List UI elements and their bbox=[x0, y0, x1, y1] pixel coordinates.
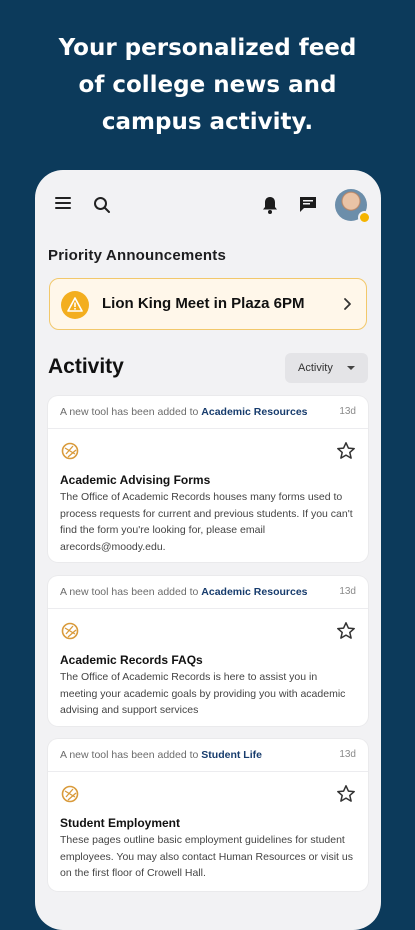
activity-card[interactable]: A new tool has been added to Student Lif… bbox=[48, 739, 368, 891]
card-age: 13d bbox=[339, 749, 356, 760]
card-title: Academic Advising Forms bbox=[60, 473, 211, 487]
top-app-bar bbox=[35, 170, 381, 234]
headline-line-2: of college news and bbox=[78, 72, 337, 98]
chevron-down-icon bbox=[347, 366, 355, 370]
card-header: A new tool has been added to Academic Re… bbox=[48, 576, 368, 609]
card-header: A new tool has been added to Student Lif… bbox=[48, 739, 368, 772]
category-link[interactable]: Academic Resources bbox=[201, 406, 307, 418]
card-age: 13d bbox=[339, 586, 356, 597]
card-title: Student Employment bbox=[60, 816, 181, 830]
headline-line-3: campus activity. bbox=[101, 109, 314, 135]
promo-headline: Your personalized feed of college news a… bbox=[0, 30, 415, 141]
card-subtitle: A new tool has been added to Student Lif… bbox=[60, 749, 262, 761]
phone-screen: Priority Announcements Lion King Meet in… bbox=[35, 170, 381, 930]
card-description: The Office of Academic Records is here t… bbox=[60, 671, 346, 716]
category-link[interactable]: Academic Resources bbox=[201, 586, 307, 598]
headline-line-1: Your personalized feed bbox=[58, 35, 357, 61]
chat-icon[interactable] bbox=[299, 196, 317, 214]
tool-icon bbox=[61, 785, 79, 803]
star-icon[interactable] bbox=[336, 441, 356, 461]
menu-icon[interactable] bbox=[55, 197, 71, 209]
card-subtitle: A new tool has been added to Academic Re… bbox=[60, 406, 308, 418]
filter-label: Activity bbox=[298, 362, 333, 374]
activity-card[interactable]: A new tool has been added to Academic Re… bbox=[48, 576, 368, 726]
activity-heading: Activity bbox=[48, 355, 124, 378]
activity-card[interactable]: A new tool has been added to Academic Re… bbox=[48, 396, 368, 562]
card-header: A new tool has been added to Academic Re… bbox=[48, 396, 368, 429]
tool-icon bbox=[61, 442, 79, 460]
announcement-banner[interactable]: Lion King Meet in Plaza 6PM bbox=[49, 278, 367, 330]
chevron-right-icon bbox=[344, 298, 351, 310]
category-link[interactable]: Student Life bbox=[201, 749, 262, 761]
card-subtitle: A new tool has been added to Academic Re… bbox=[60, 586, 308, 598]
star-icon[interactable] bbox=[336, 784, 356, 804]
priority-announcements-heading: Priority Announcements bbox=[48, 247, 227, 264]
card-age: 13d bbox=[339, 406, 356, 417]
avatar-status-dot bbox=[358, 211, 371, 224]
announcement-text: Lion King Meet in Plaza 6PM bbox=[102, 295, 305, 312]
card-title: Academic Records FAQs bbox=[60, 653, 203, 667]
activity-filter-dropdown[interactable]: Activity bbox=[285, 353, 368, 383]
card-description: These pages outline basic employment gui… bbox=[60, 834, 353, 879]
warning-icon bbox=[61, 291, 89, 319]
search-icon[interactable] bbox=[93, 196, 111, 214]
bell-icon[interactable] bbox=[261, 195, 279, 215]
star-icon[interactable] bbox=[336, 621, 356, 641]
tool-icon bbox=[61, 622, 79, 640]
card-description: The Office of Academic Records houses ma… bbox=[60, 491, 353, 553]
